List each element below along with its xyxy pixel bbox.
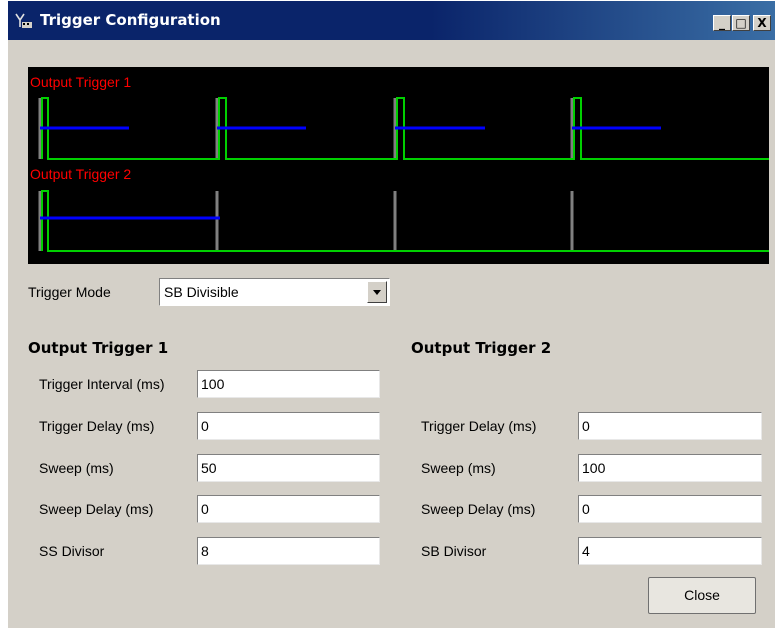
output1-interval-field[interactable] xyxy=(197,370,380,398)
trigger-mode-value: SB Divisible xyxy=(164,284,239,300)
close-button[interactable]: Close xyxy=(648,577,756,614)
maximize-button[interactable]: □ xyxy=(732,15,750,31)
output1-sweep-label: Sweep (ms) xyxy=(39,460,114,476)
output2-delay-field[interactable] xyxy=(578,412,762,440)
trace1-label: Output Trigger 1 xyxy=(30,74,132,90)
output1-divisor-label: SS Divisor xyxy=(39,543,105,559)
title-bar[interactable]: Trigger Configuration _ □ X xyxy=(8,1,775,40)
window-title: Trigger Configuration xyxy=(40,11,221,29)
output2-divisor-label: SB Divisor xyxy=(421,543,487,559)
output1-interval-label: Trigger Interval (ms) xyxy=(39,376,165,392)
close-window-button[interactable]: X xyxy=(753,15,771,31)
trigger-mode-label: Trigger Mode xyxy=(28,284,111,300)
output2-sweep-label: Sweep (ms) xyxy=(421,460,496,476)
trace2-label: Output Trigger 2 xyxy=(30,166,132,182)
trigger-mode-select[interactable]: SB Divisible xyxy=(159,278,390,306)
output2-heading: Output Trigger 2 xyxy=(411,339,552,357)
output1-sweep-delay-label: Sweep Delay (ms) xyxy=(39,501,154,517)
trigger-preview: Output Trigger 1 Output Trigger 2 xyxy=(28,67,769,264)
output2-sweep-field[interactable] xyxy=(578,454,762,482)
output1-sweep-delay-field[interactable] xyxy=(197,495,380,523)
trigger-configuration-window: Trigger Configuration _ □ X Output Trigg… xyxy=(7,0,775,628)
output2-sweep-delay-field[interactable] xyxy=(578,495,762,523)
output1-delay-field[interactable] xyxy=(197,412,380,440)
chevron-down-icon[interactable] xyxy=(367,281,387,303)
output1-heading: Output Trigger 1 xyxy=(28,339,169,357)
output2-delay-label: Trigger Delay (ms) xyxy=(421,418,537,434)
app-icon xyxy=(15,13,33,29)
minimize-button[interactable]: _ xyxy=(713,15,731,31)
output2-sweep-delay-label: Sweep Delay (ms) xyxy=(421,501,536,517)
output1-divisor-field[interactable] xyxy=(197,537,380,565)
output2-divisor-field[interactable] xyxy=(578,537,762,565)
output1-sweep-field[interactable] xyxy=(197,454,380,482)
trigger-waveform xyxy=(38,97,769,252)
trigger2-wave xyxy=(41,190,769,252)
output1-delay-label: Trigger Delay (ms) xyxy=(39,418,155,434)
